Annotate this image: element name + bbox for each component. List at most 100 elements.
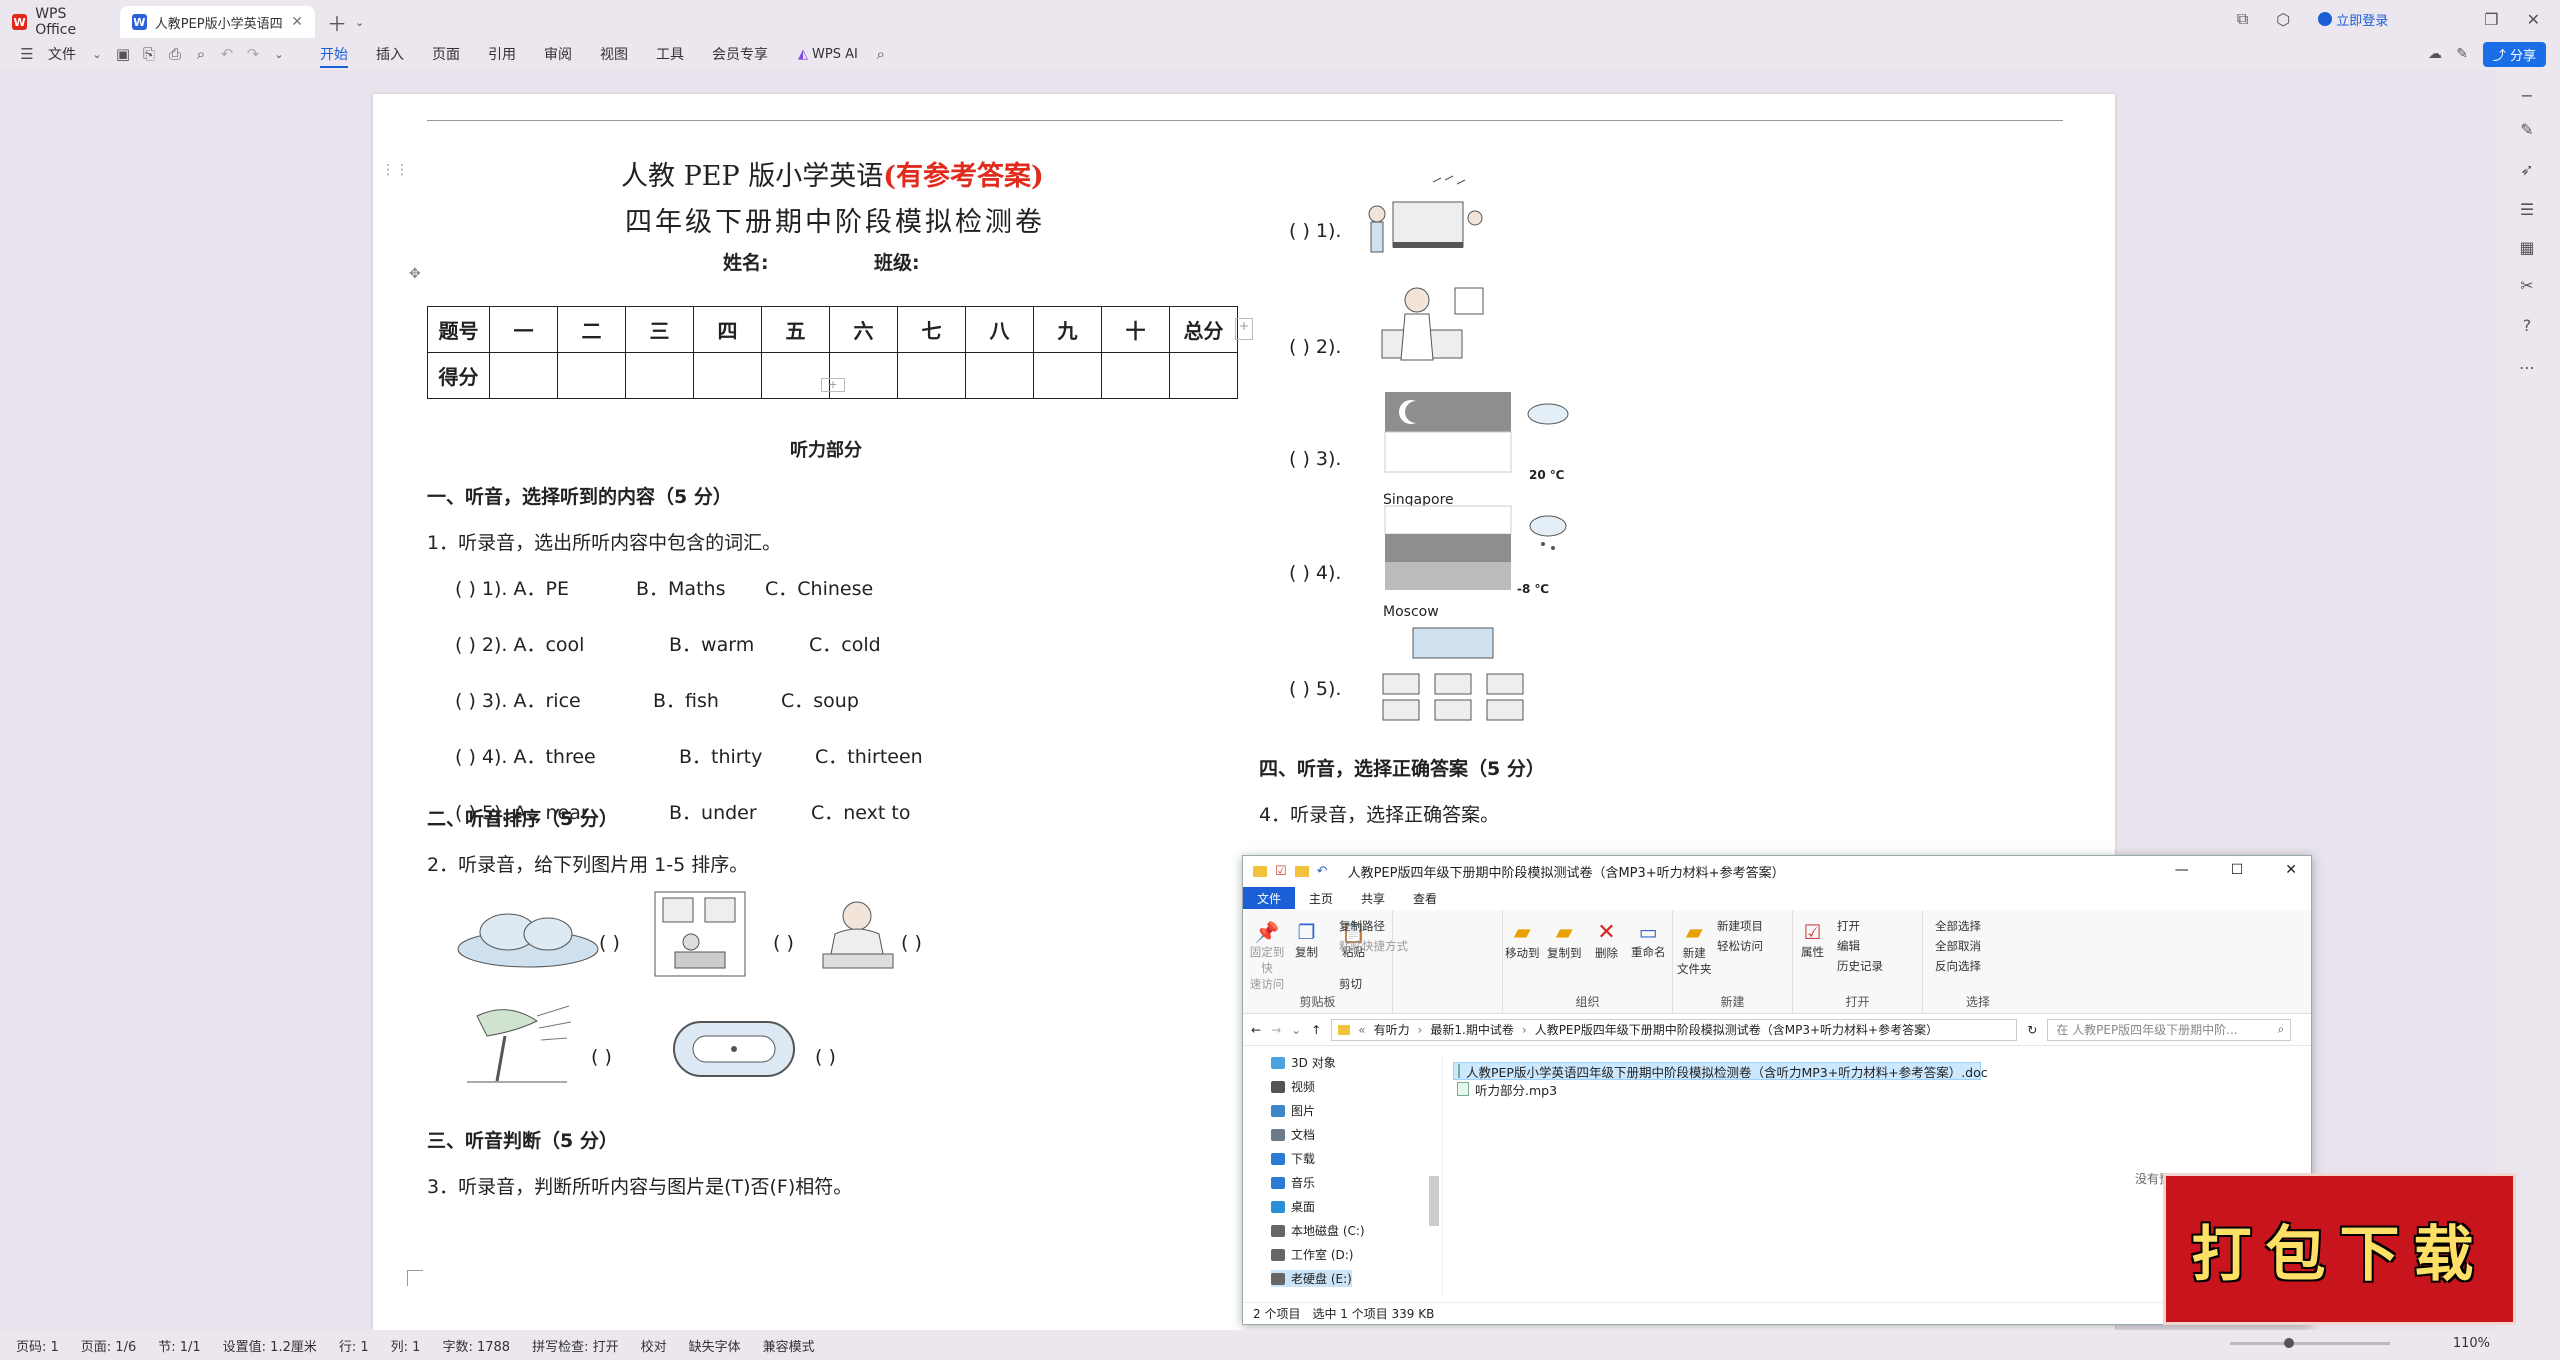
explorer-menu-0[interactable]: 文件 xyxy=(1243,887,1296,909)
sliders-icon[interactable]: ☰ xyxy=(2517,200,2537,220)
menu-6[interactable]: 工具 xyxy=(642,38,698,70)
paste-shortcut-button[interactable]: 粘贴快捷方式 xyxy=(1339,938,1408,954)
search-input[interactable]: 在 人教PEP版四年级下册期中阶... ⌕ xyxy=(2047,1018,2292,1041)
chevron-down-icon[interactable]: ⌄ xyxy=(355,16,364,29)
minus-icon[interactable]: − xyxy=(2517,86,2537,106)
open-button[interactable]: 打开 xyxy=(1837,918,1860,934)
comment-icon[interactable]: ✎ xyxy=(2456,46,2468,62)
score-cell[interactable] xyxy=(693,352,762,399)
nav-item[interactable]: 老硬盘 (E:) xyxy=(1271,1270,1352,1287)
nav-item[interactable]: 音乐 xyxy=(1271,1174,1315,1191)
share-button[interactable]: ⤴ 分享 xyxy=(2482,42,2546,67)
status-item[interactable]: 拼写检查: 打开 xyxy=(532,1336,619,1355)
more-icon[interactable]: ⋯ xyxy=(2517,358,2537,378)
status-item[interactable]: 缺失字体 xyxy=(689,1336,741,1355)
status-item[interactable]: 校对 xyxy=(641,1336,667,1355)
refresh-icon[interactable]: ↻ xyxy=(2027,1023,2037,1037)
menu-4[interactable]: 审阅 xyxy=(530,38,586,70)
tools-icon[interactable]: ✂ xyxy=(2517,276,2537,296)
breadcrumb-item[interactable]: 有听力 xyxy=(1374,1021,1410,1038)
add-row-icon[interactable]: + xyxy=(821,378,845,392)
print-icon[interactable]: ⎙ xyxy=(162,45,188,63)
search-icon[interactable]: ⌕ xyxy=(868,45,894,63)
forward-icon[interactable]: → xyxy=(1271,1023,1281,1037)
undo-icon[interactable]: ↶ xyxy=(1317,864,1328,879)
new-folder-button[interactable]: ▰ 新建 文件夹 xyxy=(1677,920,1712,977)
print-preview-icon[interactable]: ⌕ xyxy=(188,45,214,63)
rename-button[interactable]: ▭ 重命名 xyxy=(1631,920,1666,960)
nav-item[interactable]: 文档 xyxy=(1271,1126,1315,1143)
table-move-icon[interactable]: ✥ xyxy=(409,266,421,282)
file-menu[interactable]: 文件 xyxy=(40,44,84,64)
file-item[interactable]: 人教PEP版小学英语四年级下册期中阶段模拟检测卷（含听力MP3+听力材料+参考答… xyxy=(1453,1062,1988,1080)
menu-1[interactable]: 插入 xyxy=(362,38,418,70)
properties-button[interactable]: ☑ 属性 xyxy=(1801,920,1824,960)
score-cell[interactable] xyxy=(897,352,966,399)
close-icon[interactable]: ✕ xyxy=(291,14,303,30)
chevron-down-icon[interactable]: ⌄ xyxy=(84,48,110,61)
undo-icon[interactable]: ↶ xyxy=(214,45,240,63)
export-icon[interactable]: ⎘ xyxy=(136,45,162,63)
cube-icon[interactable]: ⬡ xyxy=(2276,10,2290,29)
help-icon[interactable]: ? xyxy=(2517,316,2537,336)
history-button[interactable]: 历史记录 xyxy=(1837,958,1883,974)
login-button[interactable]: 立即登录 xyxy=(2318,10,2388,29)
tab-document[interactable]: W 人教PEP版小学英语四年级下册 ✕ xyxy=(120,6,315,38)
minimize-icon[interactable]: — xyxy=(2175,862,2189,878)
nav-scrollbar[interactable] xyxy=(1429,1176,1439,1226)
score-cell[interactable] xyxy=(557,352,626,399)
file-explorer-window[interactable]: ☑ ↶ 人教PEP版四年级下册期中阶段模拟测试卷（含MP3+听力材料+参考答案）… xyxy=(1242,855,2312,1325)
move-to-button[interactable]: ▰ 移动到 xyxy=(1505,920,1540,961)
explorer-menu-2[interactable]: 共享 xyxy=(1347,890,1399,907)
add-column-icon[interactable]: + xyxy=(1235,318,1253,340)
score-cell[interactable] xyxy=(1169,352,1238,399)
delete-button[interactable]: ✕ 删除 xyxy=(1595,920,1618,961)
breadcrumb-item[interactable]: 最新1.期中试卷 xyxy=(1430,1021,1513,1038)
easy-access-button[interactable]: 轻松访问 xyxy=(1717,938,1763,954)
breadcrumb-item[interactable]: 人教PEP版四年级下册期中阶段模拟测试卷（含MP3+听力材料+参考答案） xyxy=(1535,1021,1938,1038)
explorer-menu-3[interactable]: 查看 xyxy=(1399,890,1451,907)
nav-item[interactable]: 下载 xyxy=(1271,1150,1315,1167)
nav-item[interactable]: 桌面 xyxy=(1271,1198,1315,1215)
close-window-icon[interactable]: ✕ xyxy=(2527,10,2540,29)
invert-selection-button[interactable]: 反向选择 xyxy=(1935,958,1981,974)
zoom-slider[interactable] xyxy=(2230,1338,2390,1348)
menu-5[interactable]: 视图 xyxy=(586,38,642,70)
nav-item[interactable]: 工作室 (D:) xyxy=(1271,1246,1353,1263)
select-all-button[interactable]: 全部选择 xyxy=(1935,918,1981,934)
cloud-icon[interactable]: ☁ xyxy=(2428,46,2442,62)
score-cell[interactable] xyxy=(489,352,558,399)
chevron-down-icon[interactable]: ⌄ xyxy=(1291,1023,1301,1037)
menu-icon[interactable]: ☰ xyxy=(14,45,40,63)
tab-wps-office[interactable]: W WPS Office xyxy=(0,6,120,38)
menu-3[interactable]: 引用 xyxy=(474,38,530,70)
nav-item[interactable]: 视频 xyxy=(1271,1078,1315,1095)
explorer-menu-1[interactable]: 主页 xyxy=(1295,890,1347,907)
new-item-button[interactable]: 新建项目 xyxy=(1717,918,1763,934)
cut-button[interactable]: 剪切 xyxy=(1339,976,1362,992)
download-banner[interactable]: 打包下载 xyxy=(2163,1173,2516,1325)
close-icon[interactable]: ✕ xyxy=(2285,862,2297,878)
score-cell[interactable] xyxy=(1033,352,1102,399)
score-cell[interactable] xyxy=(761,352,830,399)
edit-button[interactable]: 编辑 xyxy=(1837,938,1860,954)
file-item[interactable]: 听力部分.mp3 xyxy=(1453,1080,2053,1098)
maximize-icon[interactable]: ☐ xyxy=(2231,862,2244,878)
save-icon[interactable]: ▣ xyxy=(110,45,136,63)
chevron-down-icon[interactable]: ⌄ xyxy=(266,48,292,61)
back-icon[interactable]: ← xyxy=(1251,1023,1261,1037)
layout-icon[interactable]: ⧉ xyxy=(2237,9,2248,29)
wps-ai-button[interactable]: ◭ WPS AI xyxy=(798,47,858,62)
nav-item[interactable]: 图片 xyxy=(1271,1102,1315,1119)
nav-item[interactable]: 3D 对象 xyxy=(1271,1054,1336,1071)
menu-0[interactable]: 开始 xyxy=(306,38,362,70)
redo-icon[interactable]: ↷ xyxy=(240,45,266,63)
properties-icon[interactable]: ☑ xyxy=(1275,864,1287,879)
pin-quick-access-button[interactable]: 📌 固定到快 速访问 xyxy=(1249,920,1285,992)
restore-window-icon[interactable]: ❐ xyxy=(2484,10,2498,29)
new-tab-button[interactable]: ＋ ⌄ xyxy=(315,6,376,38)
zoom-level[interactable]: 110% xyxy=(2453,1336,2490,1351)
copy-to-button[interactable]: ▰ 复制到 xyxy=(1547,920,1582,961)
select-none-button[interactable]: 全部取消 xyxy=(1935,938,1981,954)
menu-2[interactable]: 页面 xyxy=(418,38,474,70)
